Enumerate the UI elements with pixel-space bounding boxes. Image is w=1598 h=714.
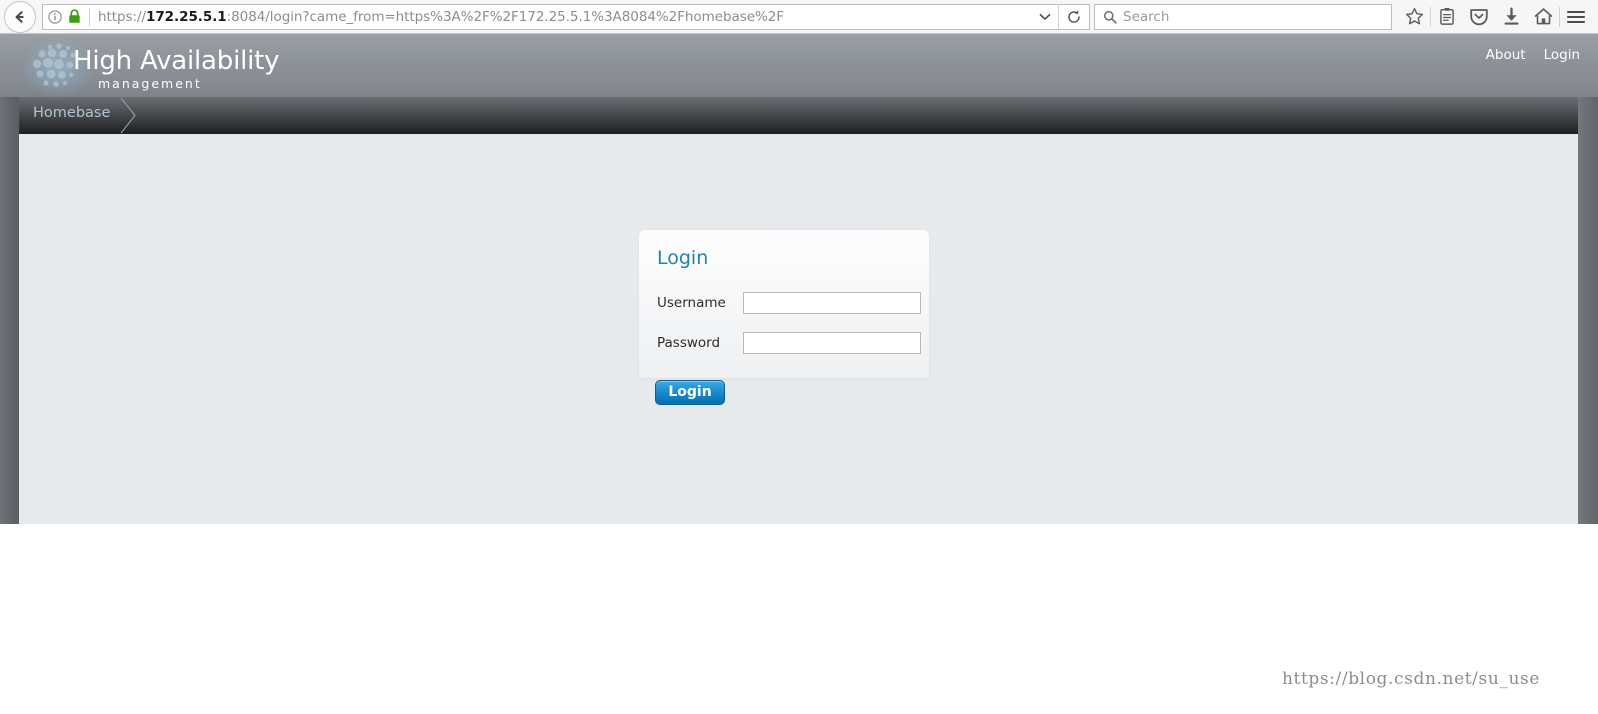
browser-toolbar: https://172.25.5.1:8084/login?came_from=… bbox=[0, 0, 1598, 34]
login-panel-heading: Login bbox=[657, 247, 709, 269]
url-history-dropdown-button[interactable] bbox=[1032, 5, 1058, 29]
breadcrumb-bar: Homebase bbox=[0, 97, 1598, 134]
brand-title: High Availability bbox=[73, 46, 280, 76]
back-arrow-icon bbox=[15, 10, 24, 23]
url-host: 172.25.5.1 bbox=[146, 8, 227, 25]
menu-hamburger-icon[interactable] bbox=[1560, 2, 1592, 32]
pocket-icon[interactable] bbox=[1463, 2, 1495, 32]
bookmark-star-icon[interactable] bbox=[1398, 2, 1430, 32]
info-icon[interactable] bbox=[48, 9, 62, 24]
watermark-text: https://blog.csdn.net/su_use bbox=[1282, 669, 1540, 689]
reader-view-icon[interactable] bbox=[1431, 2, 1463, 32]
app-header: High Availability management About Login bbox=[0, 34, 1598, 98]
back-button[interactable] bbox=[4, 0, 36, 33]
identity-box[interactable] bbox=[43, 9, 89, 24]
padlock-icon[interactable] bbox=[68, 9, 81, 24]
url-bar[interactable]: https://172.25.5.1:8084/login?came_from=… bbox=[42, 3, 1090, 30]
header-nav-links: About Login bbox=[1486, 47, 1580, 63]
chevron-down-icon bbox=[1039, 13, 1051, 20]
password-label: Password bbox=[657, 335, 721, 351]
password-input[interactable] bbox=[743, 332, 921, 354]
browser-tool-icons bbox=[1398, 2, 1598, 32]
url-text: https://172.25.5.1:8084/login?came_from=… bbox=[98, 9, 1032, 25]
username-input[interactable] bbox=[743, 292, 921, 314]
username-label: Username bbox=[657, 295, 726, 311]
username-row: Username bbox=[657, 283, 921, 323]
chevron-right-icon bbox=[120, 97, 136, 134]
content-right-edge bbox=[1578, 97, 1598, 524]
home-icon[interactable] bbox=[1527, 2, 1559, 32]
url-path: :8084/login?came_from=https%3A%2F%2F172.… bbox=[226, 8, 785, 25]
url-divider bbox=[89, 7, 90, 26]
content-left-edge bbox=[0, 97, 19, 524]
password-row: Password bbox=[657, 323, 921, 363]
search-input[interactable]: Search bbox=[1123, 9, 1169, 25]
login-panel: Login Username Password bbox=[638, 229, 930, 378]
breadcrumb-item-homebase[interactable]: Homebase bbox=[33, 105, 110, 121]
reload-icon bbox=[1068, 9, 1080, 23]
search-icon bbox=[1095, 10, 1123, 24]
brand-subtitle: management bbox=[98, 76, 202, 91]
login-submit-button[interactable]: Login bbox=[655, 380, 725, 405]
reload-button[interactable] bbox=[1058, 3, 1089, 30]
downloads-icon[interactable] bbox=[1495, 2, 1527, 32]
header-link-login[interactable]: Login bbox=[1544, 47, 1580, 63]
header-link-about[interactable]: About bbox=[1486, 47, 1526, 63]
url-scheme: https:// bbox=[98, 8, 146, 25]
search-bar[interactable]: Search bbox=[1094, 3, 1392, 30]
